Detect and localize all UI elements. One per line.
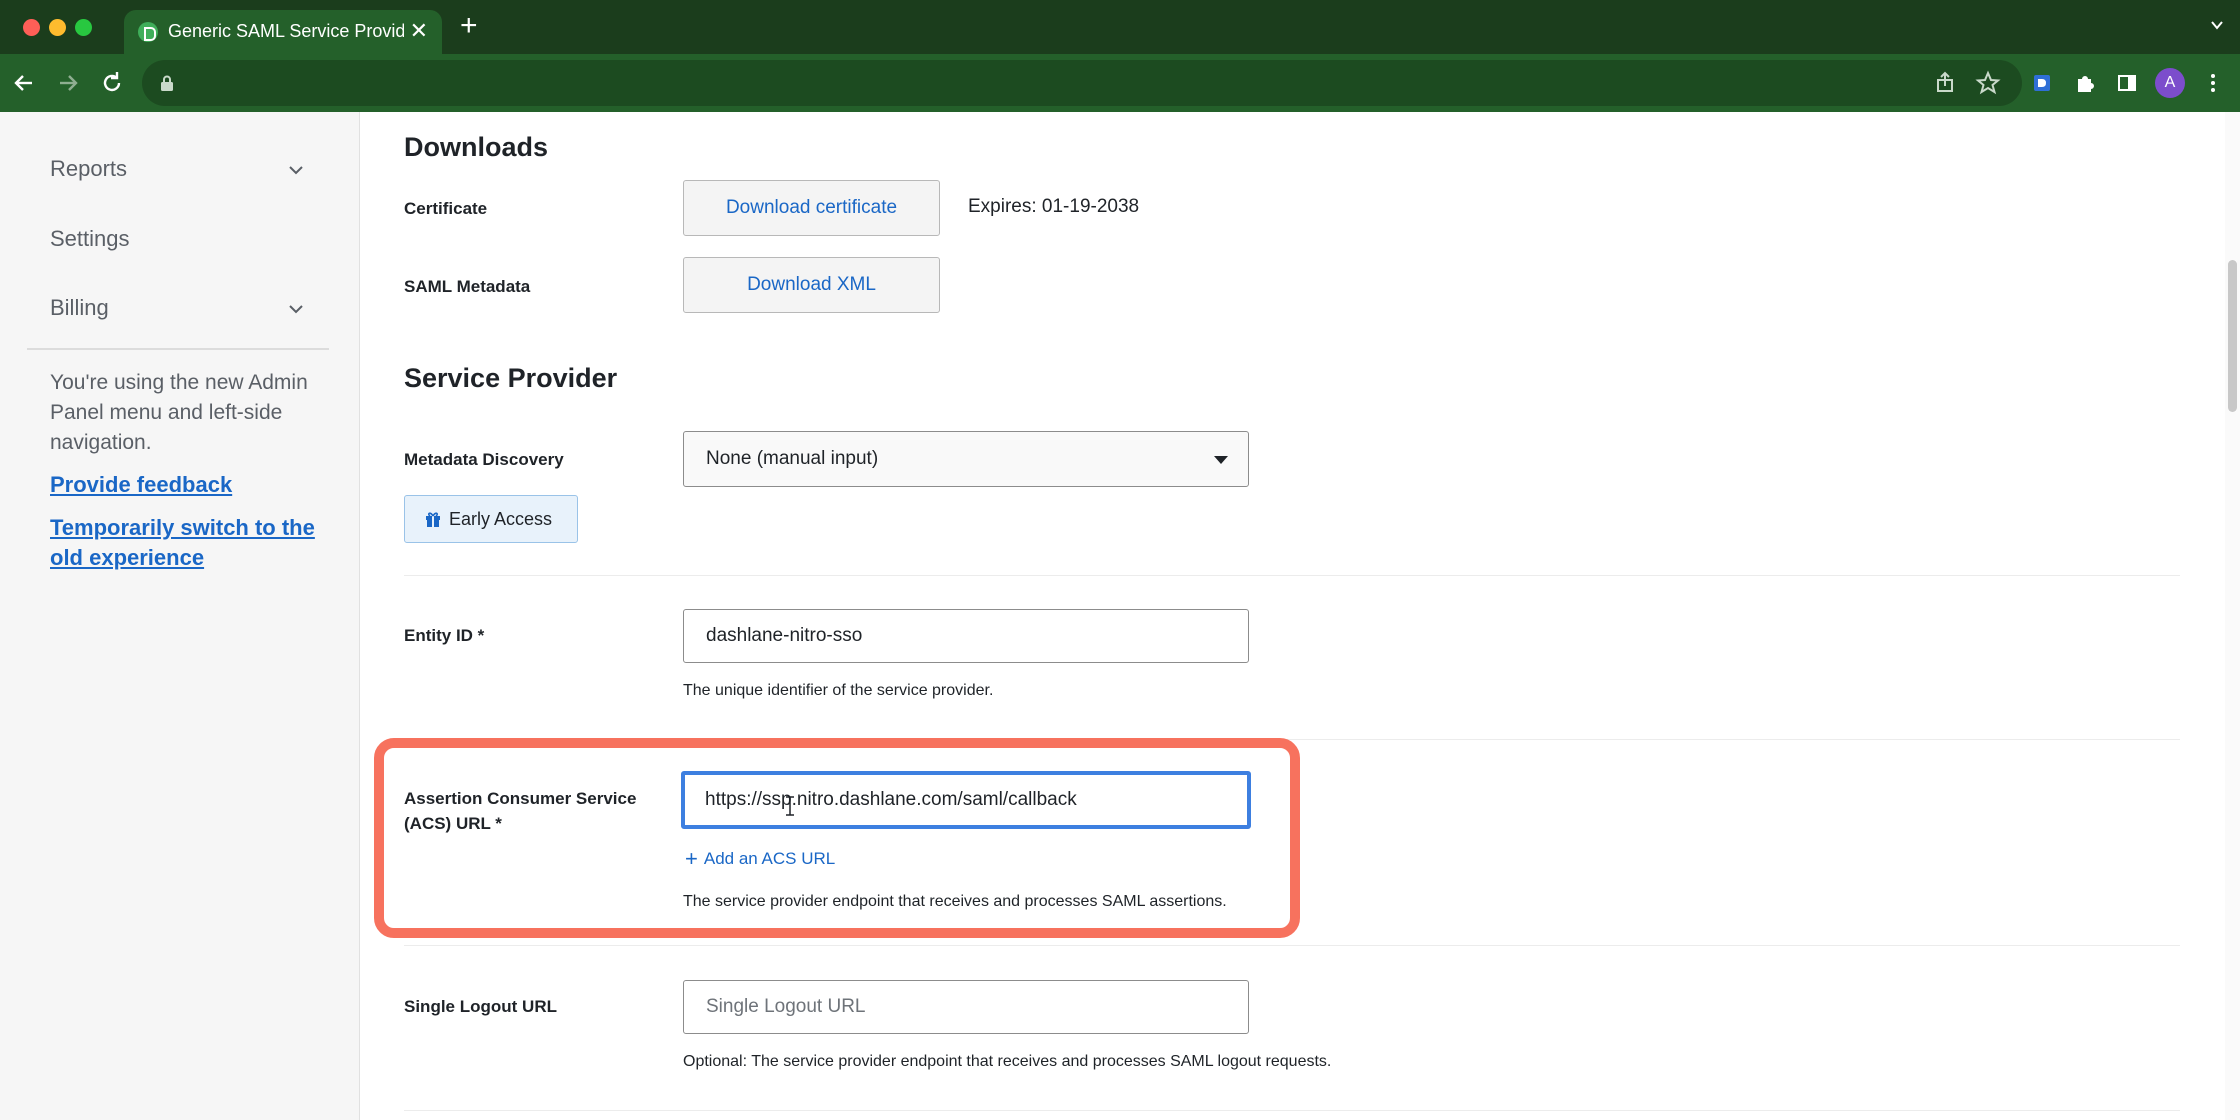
tab-search-chevron-icon[interactable] xyxy=(2210,18,2224,32)
browser-tab[interactable]: Generic SAML Service Provider ✕ xyxy=(124,10,442,54)
certificate-label: Certificate xyxy=(404,199,488,218)
sso-settings-main: Downloads Certificate Download certifica… xyxy=(361,112,2240,1120)
bookmark-star-icon[interactable] xyxy=(1972,67,2004,99)
chevron-down-icon[interactable] xyxy=(288,162,304,178)
metadata-discovery-select[interactable]: None (manual input) xyxy=(683,431,1249,487)
entity-id-label: Entity ID * xyxy=(404,626,485,645)
sidebar-divider xyxy=(27,348,329,350)
sidebar-item-label: Reports xyxy=(50,156,128,181)
scrollbar-thumb[interactable] xyxy=(2228,260,2237,412)
browser-toolbar: A xyxy=(0,54,2240,112)
reload-icon[interactable] xyxy=(96,67,128,99)
metadata-discovery-label: Metadata Discovery xyxy=(404,450,564,469)
tab-title: Generic SAML Service Provider xyxy=(168,21,404,41)
sidebar-item-settings[interactable]: Settings xyxy=(50,226,130,252)
acs-url-highlight-annotation xyxy=(374,738,1300,938)
minimize-window-button[interactable] xyxy=(49,19,66,36)
address-bar[interactable] xyxy=(142,60,2022,106)
single-logout-url-label: Single Logout URL xyxy=(404,997,557,1016)
forward-arrow-icon[interactable] xyxy=(52,67,84,99)
provide-feedback-link[interactable]: Provide feedback xyxy=(50,470,330,500)
entity-id-input[interactable] xyxy=(683,609,1249,663)
metadata-discovery-value: None (manual input) xyxy=(706,448,879,469)
dashlane-extension-icon[interactable] xyxy=(2026,67,2058,99)
back-arrow-icon[interactable] xyxy=(8,67,40,99)
early-access-badge: Early Access xyxy=(404,495,578,543)
service-provider-heading: Service Provider xyxy=(404,363,618,393)
new-navigation-note: You're using the new Admin Panel menu an… xyxy=(50,371,308,454)
extensions-puzzle-icon[interactable] xyxy=(2069,67,2101,99)
single-logout-url-input[interactable] xyxy=(683,980,1249,1034)
tab-close-icon[interactable]: ✕ xyxy=(410,18,428,44)
section-divider xyxy=(404,575,2180,576)
sidebar-item-billing[interactable]: Billing xyxy=(50,295,109,321)
single-logout-url-help: Optional: The service provider endpoint … xyxy=(683,1053,1332,1070)
entity-id-help: The unique identifier of the service pro… xyxy=(683,682,994,699)
share-icon[interactable] xyxy=(1929,67,1961,99)
browser-menu-icon[interactable] xyxy=(2197,67,2229,99)
profile-avatar[interactable]: A xyxy=(2155,68,2185,98)
maximize-window-button[interactable] xyxy=(75,19,92,36)
new-tab-button[interactable]: + xyxy=(460,11,478,41)
chevron-down-icon[interactable] xyxy=(288,301,304,317)
download-xml-button[interactable]: Download XML xyxy=(683,257,940,313)
caret-down-icon xyxy=(1214,456,1228,464)
page-scrollbar[interactable] xyxy=(2225,112,2240,1120)
close-window-button[interactable] xyxy=(23,19,40,36)
dashlane-favicon-icon xyxy=(138,22,158,42)
sidebar-item-label: Billing xyxy=(50,295,109,320)
admin-sidebar: Reports Settings Billing You're using th… xyxy=(0,112,360,1120)
early-access-label: Early Access xyxy=(449,509,553,529)
saml-metadata-label: SAML Metadata xyxy=(404,277,531,296)
gift-icon xyxy=(426,512,440,527)
sidebar-item-label: Settings xyxy=(50,226,130,251)
side-panel-icon[interactable] xyxy=(2111,67,2143,99)
download-certificate-button[interactable]: Download certificate xyxy=(683,180,940,236)
browser-tab-bar: Generic SAML Service Provider ✕ + xyxy=(0,0,2240,54)
certificate-expiry: Expires: 01-19-2038 xyxy=(968,196,1140,217)
sidebar-item-reports[interactable]: Reports xyxy=(50,156,127,182)
section-divider xyxy=(404,945,2180,946)
lock-icon xyxy=(161,75,173,91)
downloads-heading: Downloads xyxy=(404,132,549,162)
switch-old-experience-link[interactable]: Temporarily switch to the old experience xyxy=(50,513,330,573)
section-divider xyxy=(404,1110,2180,1111)
